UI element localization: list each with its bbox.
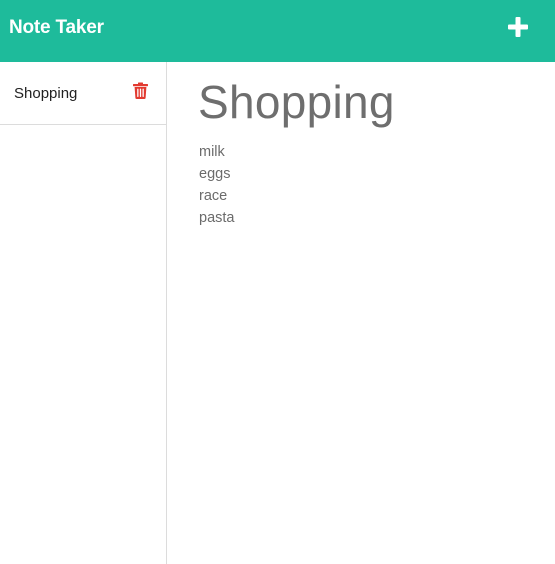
note-line: pasta: [199, 210, 235, 226]
note-title[interactable]: Shopping: [198, 76, 538, 128]
note-line: eggs: [199, 166, 231, 182]
top-navbar: Note Taker: [0, 0, 555, 62]
plus-icon: [508, 17, 528, 37]
note-editor: Shopping milk eggs race pasta: [167, 62, 555, 564]
add-note-button[interactable]: [503, 12, 533, 42]
note-taker-app: Note Taker Shopping Shopping milk eggs r…: [0, 0, 555, 564]
note-body[interactable]: milk eggs race pasta: [199, 141, 539, 229]
note-line: milk: [199, 144, 225, 160]
app-title[interactable]: Note Taker: [0, 18, 104, 37]
note-list-item-title[interactable]: Shopping: [14, 85, 77, 102]
note-list-sidebar: Shopping: [0, 62, 167, 564]
note-line: race: [199, 188, 228, 204]
delete-note-button[interactable]: [132, 81, 148, 99]
note-list-item[interactable]: Shopping: [0, 62, 166, 125]
trash-icon: [132, 82, 148, 99]
note-list: Shopping: [0, 62, 166, 125]
